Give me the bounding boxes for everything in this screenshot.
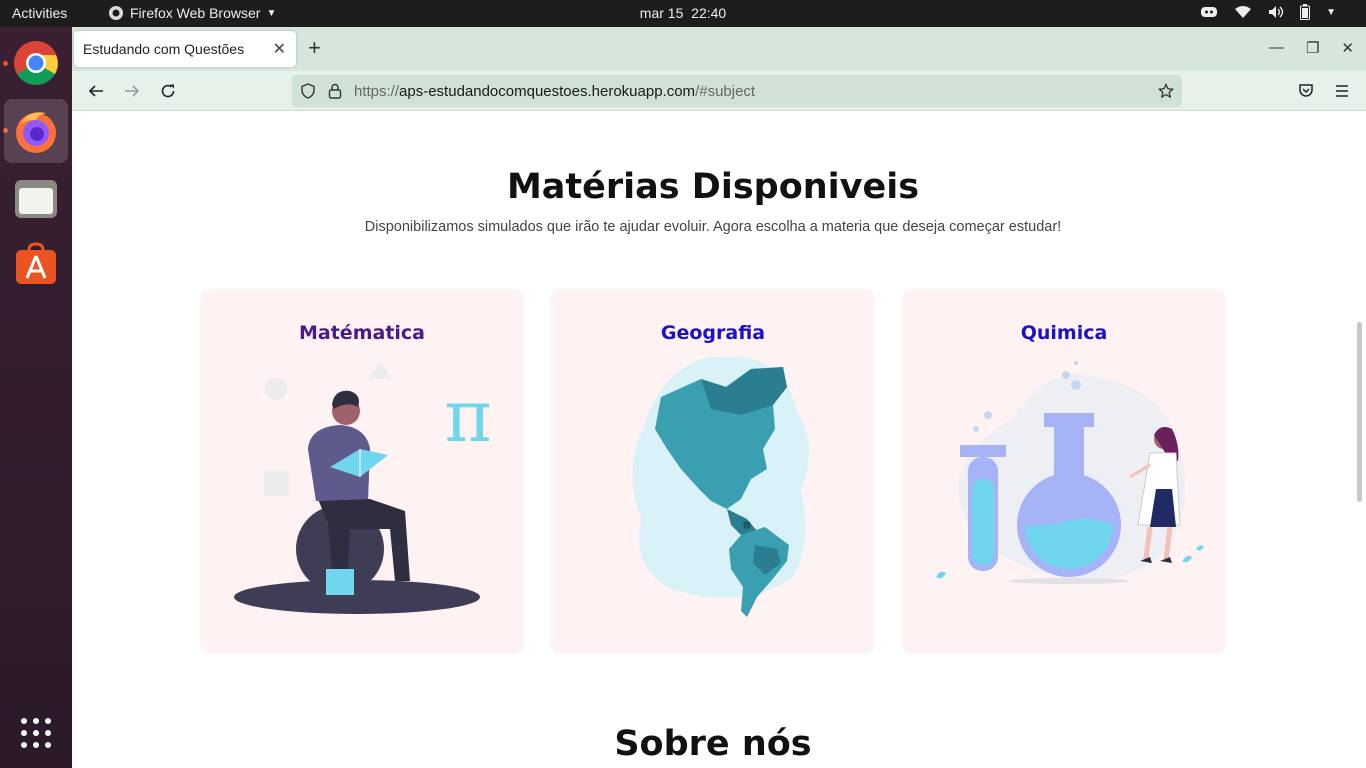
bookmark-star-icon[interactable] bbox=[1158, 83, 1174, 99]
forward-arrow-icon bbox=[125, 85, 140, 97]
svg-text:π: π bbox=[444, 374, 491, 458]
page-scrollbar[interactable] bbox=[1357, 322, 1362, 502]
reload-icon bbox=[161, 84, 175, 98]
navigation-toolbar: https://aps-estudandocomquestoes.herokua… bbox=[72, 71, 1366, 111]
clock-date[interactable]: mar 15 bbox=[640, 5, 684, 21]
chrome-launcher[interactable] bbox=[4, 31, 68, 95]
subject-card-title: Matématica bbox=[299, 322, 425, 344]
close-window-icon[interactable]: ✕ bbox=[1341, 39, 1354, 57]
app-menu[interactable]: Firefox Web Browser ▼ bbox=[108, 5, 276, 21]
subject-card-matematica[interactable]: Matématica π bbox=[200, 289, 524, 654]
url-text[interactable]: https://aps-estudandocomquestoes.herokua… bbox=[354, 83, 755, 100]
reading-person-illustration: π bbox=[234, 363, 492, 614]
back-arrow-icon bbox=[88, 85, 103, 97]
americas-map-illustration bbox=[632, 356, 809, 617]
firefox-icon bbox=[16, 112, 56, 153]
restore-icon[interactable]: ❐ bbox=[1306, 39, 1319, 57]
subject-card-quimica[interactable]: Quimica bbox=[902, 289, 1226, 654]
forward-button[interactable] bbox=[122, 81, 142, 101]
activities-button[interactable]: Activities bbox=[12, 5, 67, 21]
url-scheme: https:// bbox=[354, 83, 400, 100]
volume-icon[interactable] bbox=[1268, 5, 1284, 19]
clock-time[interactable]: 22:40 bbox=[691, 5, 726, 21]
subjects-heading: Matérias Disponiveis bbox=[506, 167, 920, 207]
subject-card-title: Quimica bbox=[1020, 322, 1108, 344]
url-host: aps-estudandocomquestoes.herokuapp.com bbox=[399, 83, 696, 100]
tab-close-icon[interactable]: ✕ bbox=[273, 39, 286, 59]
minimize-icon[interactable]: — bbox=[1269, 39, 1284, 57]
reload-button[interactable] bbox=[158, 81, 178, 101]
chevron-down-icon: ▼ bbox=[266, 7, 277, 19]
url-bar[interactable]: https://aps-estudandocomquestoes.herokua… bbox=[292, 75, 1182, 107]
hamburger-menu-icon[interactable] bbox=[1334, 83, 1350, 99]
window-controls: — ❐ ✕ bbox=[1269, 39, 1354, 57]
page-viewport: Matérias Disponiveis Disponibilizamos si… bbox=[72, 112, 1366, 768]
firefox-launcher[interactable] bbox=[4, 99, 68, 163]
files-launcher[interactable] bbox=[4, 167, 68, 231]
back-button[interactable] bbox=[86, 81, 106, 101]
subject-card-title: Geografia bbox=[660, 322, 766, 344]
ubuntu-dock bbox=[0, 27, 72, 768]
tab-title: Estudando com Questões bbox=[83, 41, 245, 57]
subject-card-geografia[interactable]: Geografia bbox=[551, 289, 875, 654]
battery-icon[interactable] bbox=[1300, 4, 1311, 20]
power-menu-chevron-icon[interactable]: ▼ bbox=[1326, 7, 1336, 18]
files-folder-icon bbox=[15, 180, 57, 218]
tracking-shield-icon[interactable] bbox=[300, 83, 316, 99]
show-apps-grid-icon[interactable] bbox=[20, 717, 52, 754]
pocket-icon[interactable] bbox=[1298, 83, 1314, 99]
chrome-icon bbox=[14, 41, 58, 85]
wifi-icon[interactable] bbox=[1234, 5, 1252, 19]
chemistry-lab-illustration bbox=[936, 361, 1204, 584]
discord-icon[interactable] bbox=[1200, 5, 1218, 19]
lock-icon[interactable] bbox=[328, 83, 342, 99]
software-launcher[interactable] bbox=[4, 233, 68, 297]
app-store-icon bbox=[16, 242, 56, 284]
tab-strip: Estudando com Questões ✕ + — ❐ ✕ bbox=[72, 27, 1366, 71]
about-heading: Sobre nós bbox=[614, 724, 812, 764]
tab-active[interactable]: Estudando com Questões ✕ bbox=[74, 31, 296, 67]
firefox-small-icon bbox=[109, 6, 123, 20]
system-tray[interactable]: ▼ bbox=[1200, 4, 1336, 20]
subjects-subheading: Disponibilizamos simulados que irão te a… bbox=[364, 219, 1062, 235]
app-menu-label: Firefox Web Browser bbox=[130, 5, 261, 21]
system-top-bar: Activities Firefox Web Browser ▼ mar 15 … bbox=[0, 0, 1366, 27]
new-tab-button[interactable]: + bbox=[308, 37, 321, 59]
url-path: /#subject bbox=[695, 83, 756, 100]
